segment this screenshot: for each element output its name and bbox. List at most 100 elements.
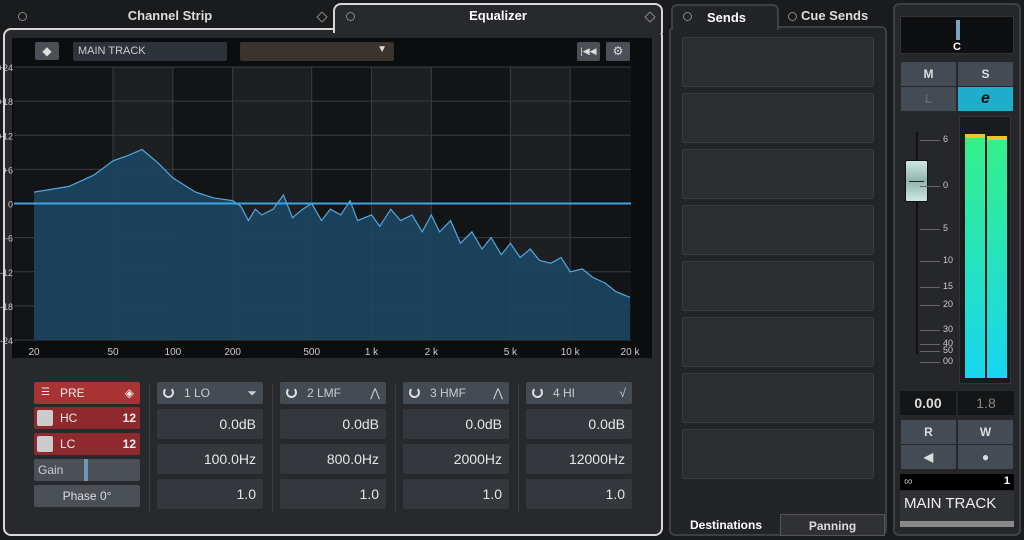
- y-tick-label: +18: [0, 97, 13, 107]
- low-cut-filter[interactable]: LC 12: [34, 433, 140, 455]
- gain-label: Gain: [38, 463, 63, 477]
- track-color-bar: [900, 521, 1014, 527]
- y-tick-label: -6: [5, 234, 13, 244]
- band-name: 3 HMF: [430, 386, 466, 400]
- tab-label: Sends: [707, 10, 746, 25]
- x-tick-label: 500: [303, 347, 320, 358]
- fader-scale-label: 00: [943, 356, 953, 366]
- fader-scale-label: 30: [943, 324, 953, 334]
- pan-indicator: [956, 20, 960, 40]
- band-1-header[interactable]: 1 LO ⏷: [157, 382, 263, 404]
- fader-scale-label: 10: [943, 255, 953, 265]
- meter-right: [987, 136, 1007, 378]
- send-slot[interactable]: [682, 37, 874, 87]
- send-slot[interactable]: [682, 93, 874, 143]
- band-name: 2 LMF: [307, 386, 341, 400]
- band-2-q[interactable]: 1.0: [280, 479, 386, 509]
- y-tick-label: +6: [3, 165, 13, 175]
- power-icon[interactable]: [286, 387, 297, 398]
- band-3-q[interactable]: 1.0: [403, 479, 509, 509]
- band-4-q[interactable]: 1.0: [526, 479, 632, 509]
- y-tick-label: -18: [0, 302, 13, 312]
- band-2-frequency[interactable]: 800.0Hz: [280, 444, 386, 474]
- read-automation-button[interactable]: R: [901, 420, 956, 444]
- send-slot[interactable]: [682, 429, 874, 479]
- power-icon[interactable]: [163, 387, 174, 398]
- hc-label: HC: [60, 411, 77, 425]
- peak-value[interactable]: 1.8: [958, 391, 1014, 415]
- y-tick-label: 0: [8, 200, 13, 210]
- pan-control[interactable]: C: [900, 16, 1014, 54]
- tab-label: Panning: [809, 519, 856, 533]
- x-tick-label: 100: [165, 347, 182, 358]
- fader-scale-label: 6: [943, 134, 948, 144]
- x-tick-label: 20: [28, 347, 40, 358]
- power-icon[interactable]: [788, 12, 797, 21]
- x-tick-label: 10 k: [561, 347, 581, 358]
- volume-value[interactable]: 0.00: [900, 391, 956, 415]
- band-4-header[interactable]: 4 HI √: [526, 382, 632, 404]
- meter-left: [965, 134, 985, 378]
- volume-fader-handle[interactable]: [905, 160, 928, 202]
- x-tick-label: 5 k: [504, 347, 518, 358]
- lc-slope: 12: [123, 433, 136, 455]
- band-1-frequency[interactable]: 100.0Hz: [157, 444, 263, 474]
- gain-slider[interactable]: Gain: [34, 459, 140, 481]
- hc-slope: 12: [123, 407, 136, 429]
- band-2-gain[interactable]: 0.0dB: [280, 409, 386, 439]
- high-cut-filter[interactable]: HC 12: [34, 407, 140, 429]
- record-enable-button[interactable]: ●: [958, 445, 1013, 469]
- fader-scale-label: 0: [943, 180, 948, 190]
- gain-slider-thumb[interactable]: [84, 459, 88, 481]
- edit-button[interactable]: e: [958, 87, 1013, 111]
- phase-button[interactable]: Phase 0°: [34, 485, 140, 507]
- low-shelf-icon: ⏷: [247, 382, 257, 404]
- band-name: 4 HI: [553, 386, 575, 400]
- monitor-button[interactable]: ◀: [901, 445, 956, 469]
- tab-cue-sends[interactable]: Cue Sends: [788, 8, 868, 23]
- power-icon[interactable]: [409, 387, 420, 398]
- band-4-frequency[interactable]: 12000Hz: [526, 444, 632, 474]
- solo-button[interactable]: S: [958, 62, 1013, 86]
- send-slot[interactable]: [682, 373, 874, 423]
- x-tick-label: 20 k: [621, 347, 641, 358]
- mute-button[interactable]: M: [901, 62, 956, 86]
- band-1-q[interactable]: 1.0: [157, 479, 263, 509]
- tab-destinations[interactable]: Destinations: [672, 514, 780, 536]
- band-3-gain[interactable]: 0.0dB: [403, 409, 509, 439]
- band-2-header[interactable]: 2 LMF ⋀: [280, 382, 386, 404]
- record-icon: ●: [982, 450, 989, 464]
- send-slot[interactable]: [682, 205, 874, 255]
- fader-scale-label: 20: [943, 299, 953, 309]
- power-icon[interactable]: [683, 12, 692, 21]
- pan-value: C: [901, 41, 1013, 53]
- channel-info: ∞1: [900, 474, 1014, 490]
- power-icon[interactable]: [532, 387, 543, 398]
- collapse-icon: ☰: [41, 382, 50, 404]
- track-name-label: MAIN TRACK: [900, 491, 1014, 521]
- band-name: 1 LO: [184, 386, 210, 400]
- pre-button[interactable]: ☰PRE◈: [34, 382, 140, 404]
- listen-button[interactable]: L: [901, 87, 956, 111]
- lc-label: LC: [60, 437, 75, 451]
- x-tick-label: 50: [107, 347, 119, 358]
- send-slot[interactable]: [682, 261, 874, 311]
- x-tick-label: 2 k: [425, 347, 439, 358]
- tab-label: Destinations: [690, 518, 762, 532]
- x-tick-label: 1 k: [365, 347, 379, 358]
- y-tick-label: +24: [0, 63, 13, 73]
- peak-icon: ⋀: [493, 382, 503, 404]
- send-slot[interactable]: [682, 317, 874, 367]
- band-1-gain[interactable]: 0.0dB: [157, 409, 263, 439]
- send-slot[interactable]: [682, 149, 874, 199]
- peak-icon: ⋀: [370, 382, 380, 404]
- power-icon[interactable]: [37, 410, 53, 426]
- power-icon[interactable]: [37, 436, 53, 452]
- band-4-gain[interactable]: 0.0dB: [526, 409, 632, 439]
- channel-number: 1: [1004, 475, 1010, 487]
- band-3-header[interactable]: 3 HMF ⋀: [403, 382, 509, 404]
- write-automation-button[interactable]: W: [958, 420, 1013, 444]
- band-3-frequency[interactable]: 2000Hz: [403, 444, 509, 474]
- tab-panning[interactable]: Panning: [780, 514, 885, 536]
- high-shelf-icon: √: [619, 382, 626, 404]
